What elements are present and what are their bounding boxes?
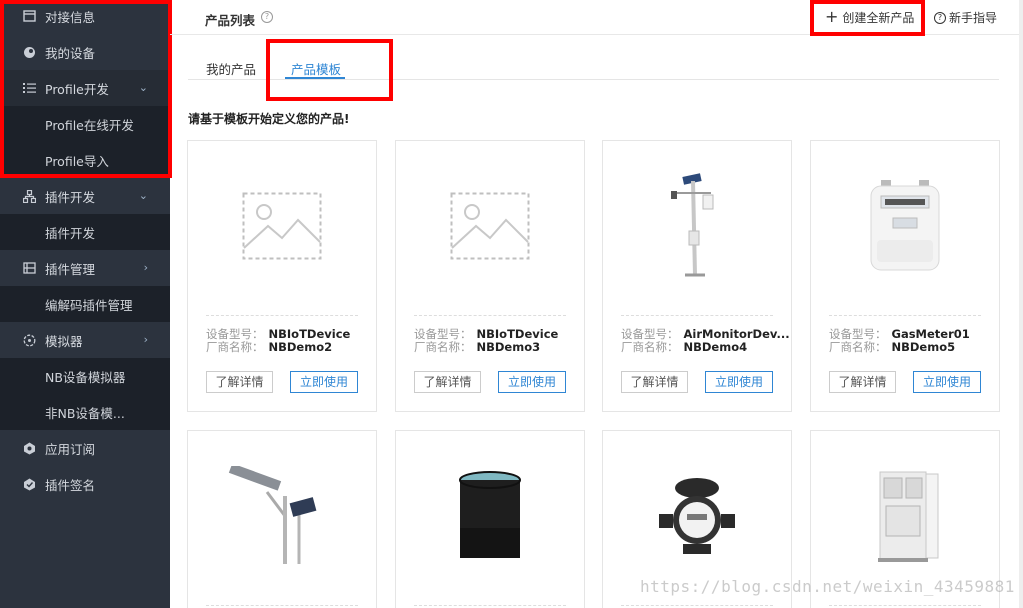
sidebar-item-my-devices[interactable]: 我的设备 xyxy=(0,34,170,70)
signature-icon xyxy=(22,477,36,491)
chevron-right-icon: › xyxy=(143,333,148,346)
plugin-tree-icon xyxy=(22,189,36,203)
sidebar-item-label: 应用订阅 xyxy=(45,441,96,457)
subscribe-icon xyxy=(22,441,36,455)
template-card[interactable] xyxy=(187,430,377,608)
template-card[interactable]: 设备型号： NBIoTDevice 厂商名称： NBDemo3 了解详情 立即使用 xyxy=(395,140,585,412)
tab-product-templates[interactable]: 产品模板 xyxy=(291,59,341,78)
placeholder-image xyxy=(396,141,584,311)
template-prompt: 请基于模板开始定义您的产品! xyxy=(188,112,350,126)
chevron-down-icon: ⌄ xyxy=(138,81,148,94)
use-now-button[interactable]: 立即使用 xyxy=(290,371,358,393)
template-card[interactable] xyxy=(395,430,585,608)
beginner-guide-button[interactable]: ? 新手指导 xyxy=(934,9,997,26)
sidebar-item-plugin-dev-sub[interactable]: 插件开发 xyxy=(0,214,170,250)
sidebar-item-label: NB设备模拟器 xyxy=(45,369,126,385)
sidebar-item-profile-online[interactable]: Profile在线开发 xyxy=(0,106,170,142)
use-now-button[interactable]: 立即使用 xyxy=(913,371,981,393)
create-product-label: 创建全新产品 xyxy=(842,10,915,25)
sidebar-item-label: 编解码插件管理 xyxy=(45,297,133,313)
simulator-icon xyxy=(22,333,36,347)
sidebar-item-plugin-mgmt[interactable]: 插件管理 › xyxy=(0,250,170,286)
street-light-image xyxy=(188,431,376,601)
divider xyxy=(829,605,981,606)
active-tab-indicator xyxy=(285,77,345,79)
sidebar-item-label: 插件开发 xyxy=(45,189,96,205)
sidebar-item-plugin-signature[interactable]: 插件签名 xyxy=(0,466,170,502)
vendor-line: 厂商名称： NBDemo4 xyxy=(621,340,748,354)
chevron-down-icon: ⌄ xyxy=(138,189,148,202)
device-icon xyxy=(22,45,36,59)
vendor-value: NBDemo4 xyxy=(683,340,748,354)
sidebar-item-label: 对接信息 xyxy=(45,9,96,25)
vendor-value: NBDemo2 xyxy=(268,340,333,354)
vendor-line: 厂商名称： NBDemo3 xyxy=(414,340,541,354)
sidebar-item-profile-import[interactable]: Profile导入 xyxy=(0,142,170,178)
sidebar-item-codec-plugin[interactable]: 编解码插件管理 xyxy=(0,286,170,322)
sidebar-item-label: 插件开发 xyxy=(45,225,96,241)
watermark: https://blog.csdn.net/weixin_43459881 xyxy=(640,577,1015,596)
learn-more-button[interactable]: 了解详情 xyxy=(829,371,896,393)
divider xyxy=(414,315,566,316)
sidebar-item-connection-info[interactable]: 对接信息 xyxy=(0,0,170,34)
window-icon xyxy=(22,9,36,23)
learn-more-button[interactable]: 了解详情 xyxy=(206,371,273,393)
divider xyxy=(621,605,773,606)
question-icon: ? xyxy=(934,11,946,24)
vendor-line: 厂商名称： NBDemo5 xyxy=(829,340,956,354)
sidebar-item-simulator[interactable]: 模拟器 › xyxy=(0,322,170,358)
help-icon[interactable]: ? xyxy=(261,11,273,23)
vendor-value: NBDemo3 xyxy=(476,340,541,354)
tab-bar: 我的产品 产品模板 xyxy=(188,48,999,80)
water-meter-image xyxy=(603,431,791,601)
tab-my-products[interactable]: 我的产品 xyxy=(206,59,256,78)
placeholder-image xyxy=(188,141,376,311)
page-header: 产品列表 ? + 创建全新产品 ? 新手指导 xyxy=(170,0,1023,35)
sidebar-item-label: 插件签名 xyxy=(45,477,96,493)
sidebar-item-app-subscribe[interactable]: 应用订阅 xyxy=(0,430,170,466)
template-card[interactable]: 设备型号： NBIoTDevice 厂商名称： NBDemo2 了解详情 立即使用 xyxy=(187,140,377,412)
use-now-button[interactable]: 立即使用 xyxy=(498,371,566,393)
divider xyxy=(206,315,358,316)
electrical-cabinet-image xyxy=(811,431,999,601)
divider xyxy=(621,315,773,316)
learn-more-button[interactable]: 了解详情 xyxy=(621,371,688,393)
black-cylinder-sensor-image xyxy=(396,431,584,601)
page-title: 产品列表 xyxy=(205,13,256,28)
sidebar-item-label: Profile开发 xyxy=(45,81,109,97)
learn-more-button[interactable]: 了解详情 xyxy=(414,371,481,393)
sidebar-item-label: 非NB设备模... xyxy=(45,405,125,421)
divider xyxy=(206,605,358,606)
sidebar-item-label: 我的设备 xyxy=(45,45,96,61)
sidebar: 对接信息 我的设备 Profile开发 ⌄ Profile在线开发 Profil… xyxy=(0,0,170,608)
template-card[interactable]: 设备型号： AirMonitorDev... 厂商名称： NBDemo4 了解详情 … xyxy=(602,140,792,412)
divider xyxy=(414,605,566,606)
gas-meter-image xyxy=(811,141,999,311)
sidebar-item-label: 模拟器 xyxy=(45,333,83,349)
template-card[interactable]: 设备型号： GasMeter01 厂商名称： NBDemo5 了解详情 立即使用 xyxy=(810,140,1000,412)
divider xyxy=(829,315,981,316)
list-icon xyxy=(22,81,36,95)
guide-label: 新手指导 xyxy=(949,11,998,25)
chevron-right-icon: › xyxy=(143,261,148,274)
sidebar-item-label: 插件管理 xyxy=(45,261,96,277)
scrollbar[interactable] xyxy=(1019,0,1023,608)
sidebar-item-label: Profile在线开发 xyxy=(45,117,134,133)
vendor-value: NBDemo5 xyxy=(891,340,956,354)
sidebar-item-non-nb-simulator[interactable]: 非NB设备模... xyxy=(0,394,170,430)
use-now-button[interactable]: 立即使用 xyxy=(705,371,773,393)
sidebar-item-nb-simulator[interactable]: NB设备模拟器 xyxy=(0,358,170,394)
vendor-line: 厂商名称： NBDemo2 xyxy=(206,340,333,354)
plus-icon: + xyxy=(825,7,839,26)
create-product-button[interactable]: + 创建全新产品 xyxy=(825,7,914,27)
sidebar-item-label: Profile导入 xyxy=(45,153,109,169)
weather-station-image xyxy=(603,141,791,311)
sidebar-item-plugin-dev[interactable]: 插件开发 ⌄ xyxy=(0,178,170,214)
grid-icon xyxy=(22,261,36,275)
sidebar-item-profile-dev[interactable]: Profile开发 ⌄ xyxy=(0,70,170,106)
